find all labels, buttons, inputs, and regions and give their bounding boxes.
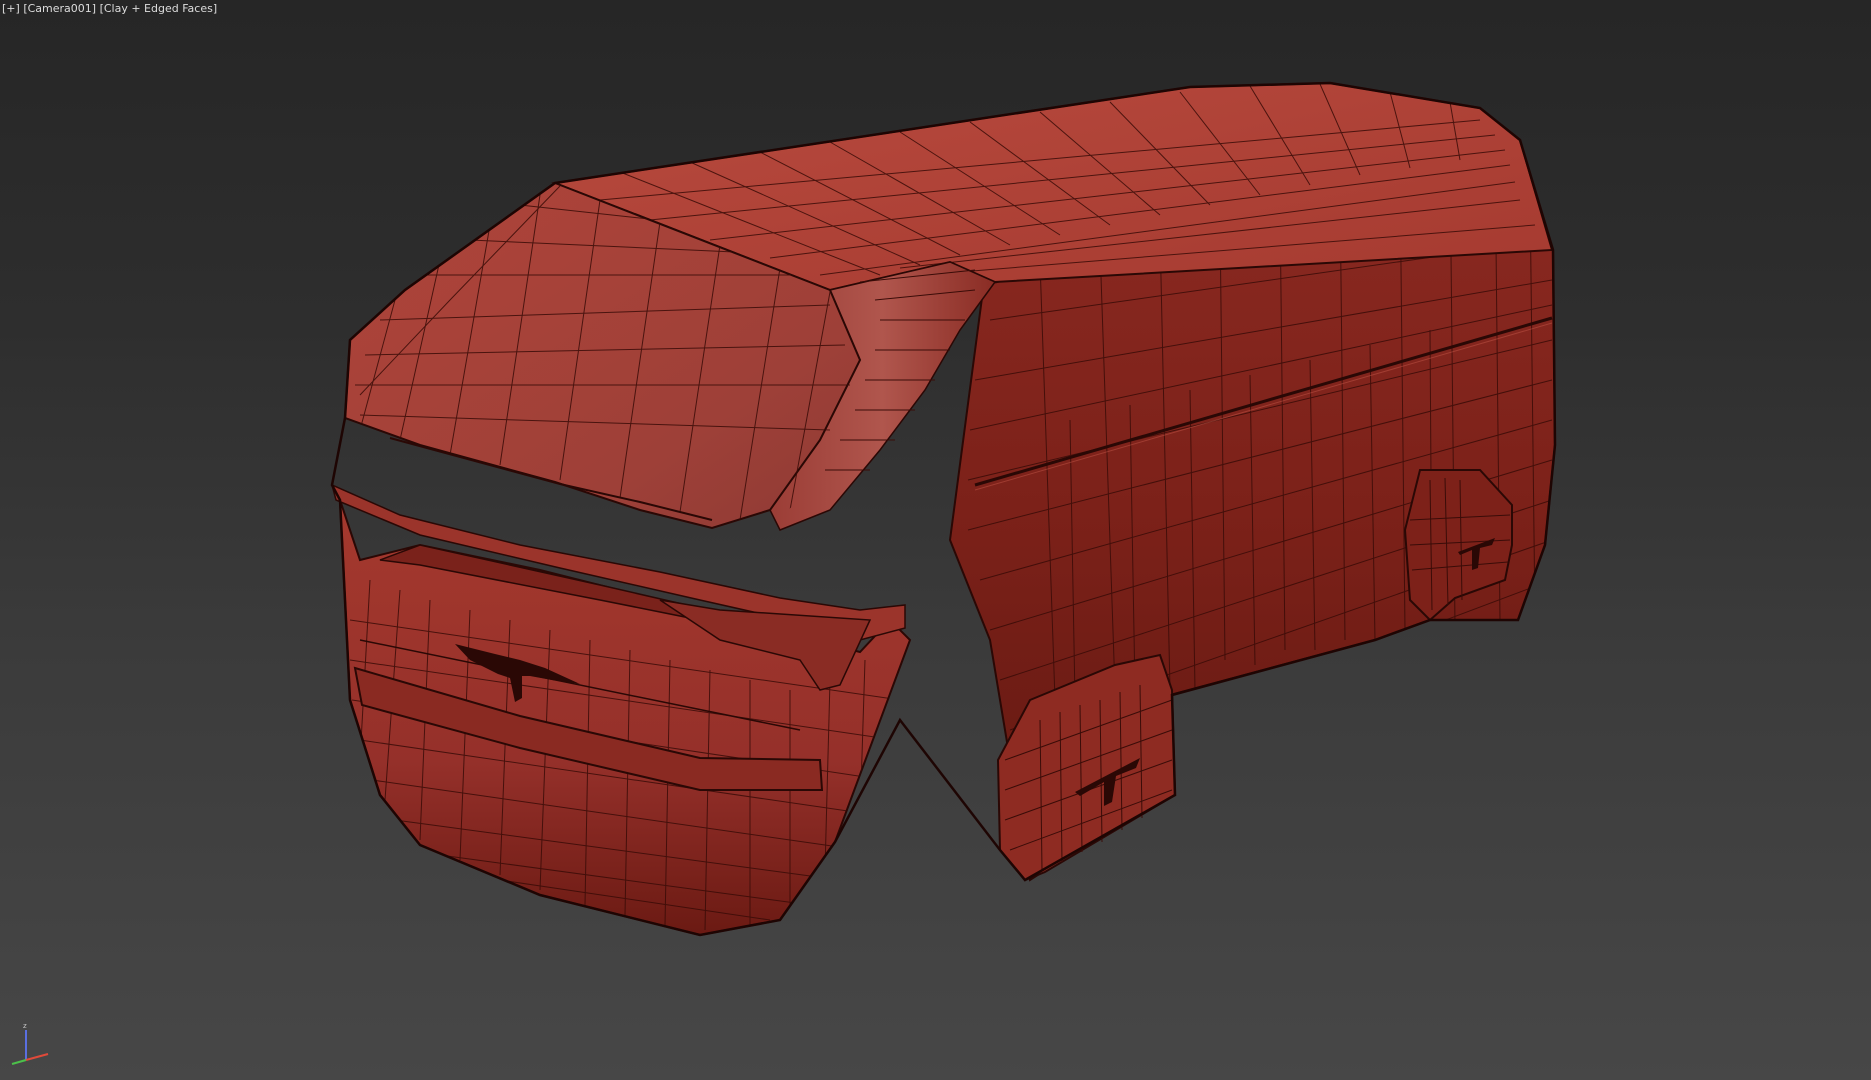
3d-viewport[interactable]: [+] [Camera001] [Clay + Edged Faces] z <box>0 0 1871 1080</box>
axis-gizmo: z <box>11 1022 49 1065</box>
axis-z-label: z <box>23 1022 27 1030</box>
van-model <box>330 81 1557 937</box>
x-axis-icon <box>25 1053 49 1061</box>
y-axis-icon <box>11 1059 27 1065</box>
